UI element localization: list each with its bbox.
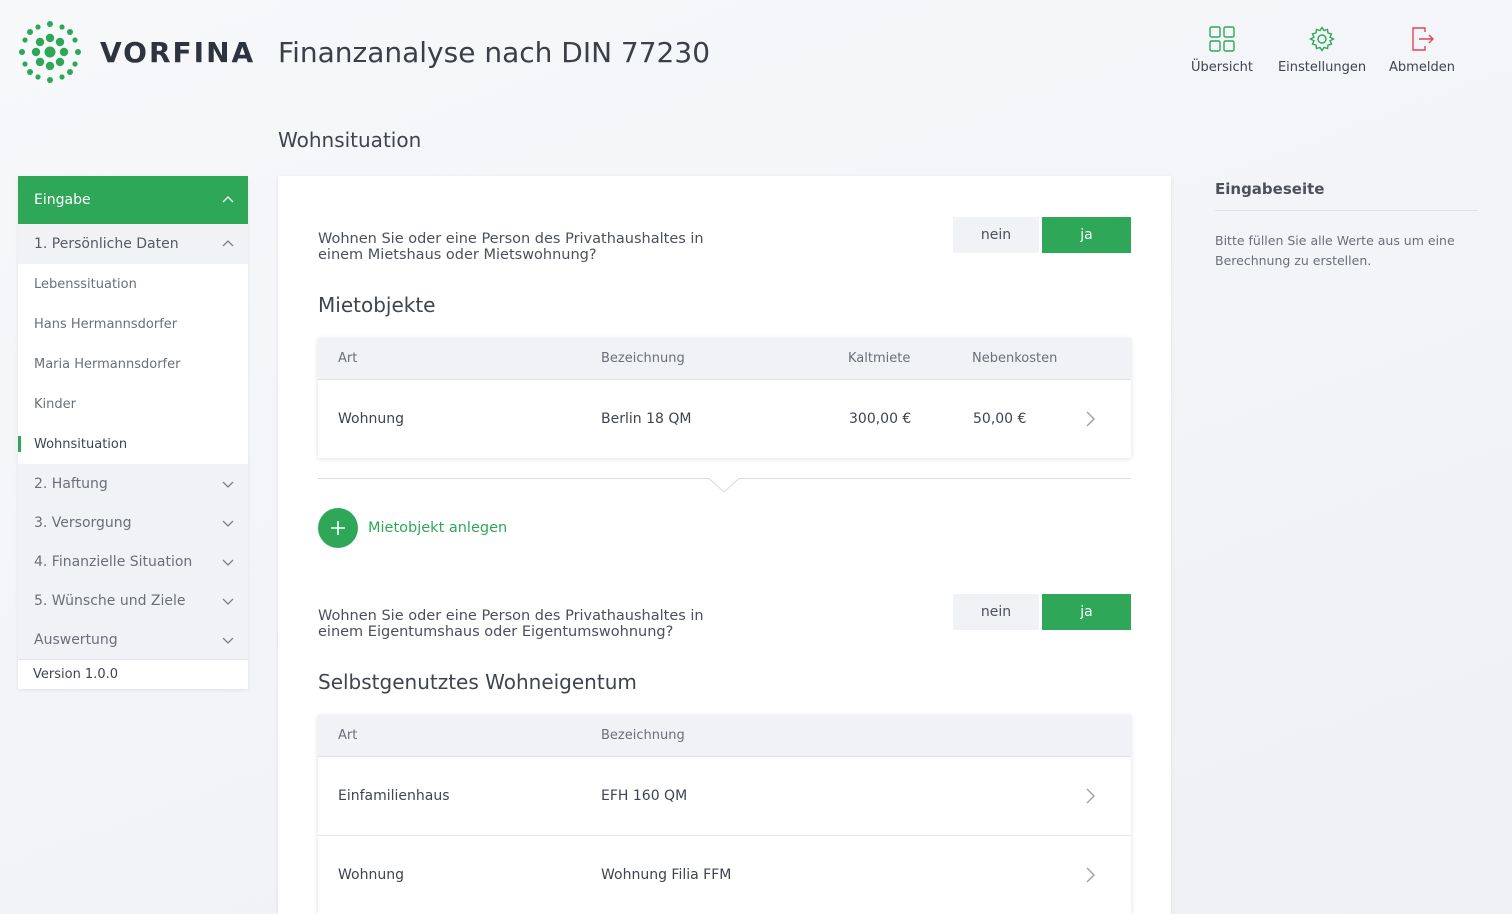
chevron-down-icon bbox=[222, 598, 234, 605]
cell-art: Wohnung bbox=[338, 411, 404, 427]
plus-icon bbox=[318, 508, 358, 548]
info-text: Bitte füllen Sie alle Werte aus um eine … bbox=[1215, 233, 1455, 268]
app-title: Finanzanalyse nach DIN 77230 bbox=[278, 36, 711, 69]
app-version: Version 1.0.0 bbox=[18, 659, 248, 689]
settings-label: Einstellungen bbox=[1277, 60, 1367, 75]
toggle-owner: nein ja bbox=[953, 594, 1131, 630]
logout-label: Abmelden bbox=[1389, 60, 1455, 75]
main-card: Wohnen Sie oder eine Person des Privatha… bbox=[278, 176, 1171, 914]
brand-logo[interactable]: VORFINA bbox=[16, 18, 255, 86]
sidebar-section-label: 1. Persönliche Daten bbox=[34, 236, 179, 252]
sidebar-group-label: 2. Haftung bbox=[34, 475, 108, 492]
gear-icon bbox=[1309, 26, 1335, 52]
rent-yes-button[interactable]: ja bbox=[1042, 217, 1131, 253]
cell-bezeichnung: Berlin 18 QM bbox=[601, 411, 692, 427]
grid-icon bbox=[1209, 26, 1235, 52]
info-panel: Eingabeseite Bitte füllen Sie alle Werte… bbox=[1215, 180, 1478, 271]
logout-icon bbox=[1412, 27, 1434, 51]
sidebar-group-wuensche-ziele[interactable]: 5. Wünsche und Ziele bbox=[18, 581, 248, 620]
section-divider bbox=[318, 478, 1131, 492]
table-row[interactable]: Wohnung Berlin 18 QM 300,00 € 50,00 € bbox=[318, 379, 1131, 458]
col-art: Art bbox=[338, 728, 358, 743]
cell-bezeichnung: EFH 160 QM bbox=[601, 788, 688, 804]
cell-art: Einfamilienhaus bbox=[338, 788, 450, 804]
logout-button[interactable]: Abmelden bbox=[1372, 26, 1472, 75]
overview-button[interactable]: Übersicht bbox=[1172, 26, 1272, 75]
sidebar-group-versorgung[interactable]: 3. Versorgung bbox=[18, 503, 248, 542]
col-kaltmiete: Kaltmiete bbox=[848, 351, 911, 366]
cell-bezeichnung: Wohnung Filia FFM bbox=[601, 867, 732, 883]
sidebar-item-wohnsituation[interactable]: Wohnsituation bbox=[18, 424, 248, 464]
rent-table-header: Art Bezeichnung Kaltmiete Nebenkosten bbox=[318, 338, 1131, 379]
question-rent: Wohnen Sie oder eine Person des Privatha… bbox=[318, 231, 704, 263]
chevron-down-icon bbox=[222, 637, 234, 644]
table-row[interactable]: Wohnung Wohnung Filia FFM bbox=[318, 835, 1131, 914]
sidebar-group-haftung[interactable]: 2. Haftung bbox=[18, 464, 248, 503]
chevron-up-icon bbox=[222, 240, 234, 247]
add-rental-button[interactable]: Mietobjekt anlegen bbox=[318, 508, 507, 548]
table-row[interactable]: Einfamilienhaus EFH 160 QM bbox=[318, 756, 1131, 835]
top-actions: Übersicht Einstellungen Abmelden bbox=[1172, 26, 1472, 75]
chevron-down-icon bbox=[222, 559, 234, 566]
sidebar-item-hans[interactable]: Hans Hermannsdorfer bbox=[18, 304, 248, 344]
toggle-rent: nein ja bbox=[953, 217, 1131, 253]
vorfina-logo-icon bbox=[19, 21, 81, 83]
sidebar-item-lebenssituation[interactable]: Lebenssituation bbox=[18, 264, 248, 304]
sidebar-group-label: Auswertung bbox=[34, 631, 118, 648]
cell-nebenkosten: 50,00 € bbox=[973, 411, 1027, 427]
sidebar-group-label: 4. Finanzielle Situation bbox=[34, 553, 193, 570]
col-art: Art bbox=[338, 351, 358, 366]
sidebar-group-label: 3. Versorgung bbox=[34, 514, 132, 531]
sidebar-head-eingabe[interactable]: Eingabe bbox=[18, 176, 248, 224]
chevron-right-icon bbox=[1086, 411, 1095, 427]
section-title-rent: Mietobjekte bbox=[318, 293, 436, 317]
chevron-right-icon bbox=[1086, 867, 1095, 883]
brand-name: VORFINA bbox=[100, 35, 256, 69]
section-title-owner: Selbstgenutztes Wohneigentum bbox=[318, 670, 637, 694]
col-nebenkosten: Nebenkosten bbox=[972, 351, 1058, 366]
info-title: Eingabeseite bbox=[1215, 180, 1478, 211]
sidebar-group-finanzielle-situation[interactable]: 4. Finanzielle Situation bbox=[18, 542, 248, 581]
col-bezeichnung: Bezeichnung bbox=[601, 351, 685, 366]
sidebar-group-label: 5. Wünsche und Ziele bbox=[34, 592, 186, 609]
rent-table: Art Bezeichnung Kaltmiete Nebenkosten Wo… bbox=[318, 338, 1131, 458]
owner-no-button[interactable]: nein bbox=[953, 594, 1039, 630]
owner-yes-button[interactable]: ja bbox=[1042, 594, 1131, 630]
sidebar-item-maria[interactable]: Maria Hermannsdorfer bbox=[18, 344, 248, 384]
sidebar-item-kinder[interactable]: Kinder bbox=[18, 384, 248, 424]
rent-no-button[interactable]: nein bbox=[953, 217, 1039, 253]
chevron-down-icon bbox=[222, 520, 234, 527]
cell-art: Wohnung bbox=[338, 867, 404, 883]
sidebar-group-auswertung[interactable]: Auswertung bbox=[18, 620, 248, 659]
question-owner: Wohnen Sie oder eine Person des Privatha… bbox=[318, 608, 704, 640]
overview-label: Übersicht bbox=[1191, 60, 1253, 75]
add-rental-label: Mietobjekt anlegen bbox=[368, 520, 508, 536]
col-bezeichnung: Bezeichnung bbox=[601, 728, 685, 743]
app-header: VORFINA Finanzanalyse nach DIN 77230 Übe… bbox=[0, 0, 1512, 110]
chevron-right-icon bbox=[1086, 788, 1095, 804]
sidebar-nav: Eingabe 1. Persönliche Daten Lebenssitua… bbox=[18, 176, 248, 689]
owner-table: Art Bezeichnung Einfamilienhaus EFH 160 … bbox=[318, 715, 1131, 914]
cell-kaltmiete: 300,00 € bbox=[849, 411, 912, 427]
settings-button[interactable]: Einstellungen bbox=[1272, 26, 1372, 75]
chevron-down-icon bbox=[222, 481, 234, 488]
owner-table-header: Art Bezeichnung bbox=[318, 715, 1131, 756]
sidebar-section-personal[interactable]: 1. Persönliche Daten bbox=[18, 224, 248, 264]
sidebar-head-label: Eingabe bbox=[34, 192, 91, 208]
page-title: Wohnsituation bbox=[278, 128, 422, 152]
chevron-up-icon bbox=[222, 196, 234, 203]
